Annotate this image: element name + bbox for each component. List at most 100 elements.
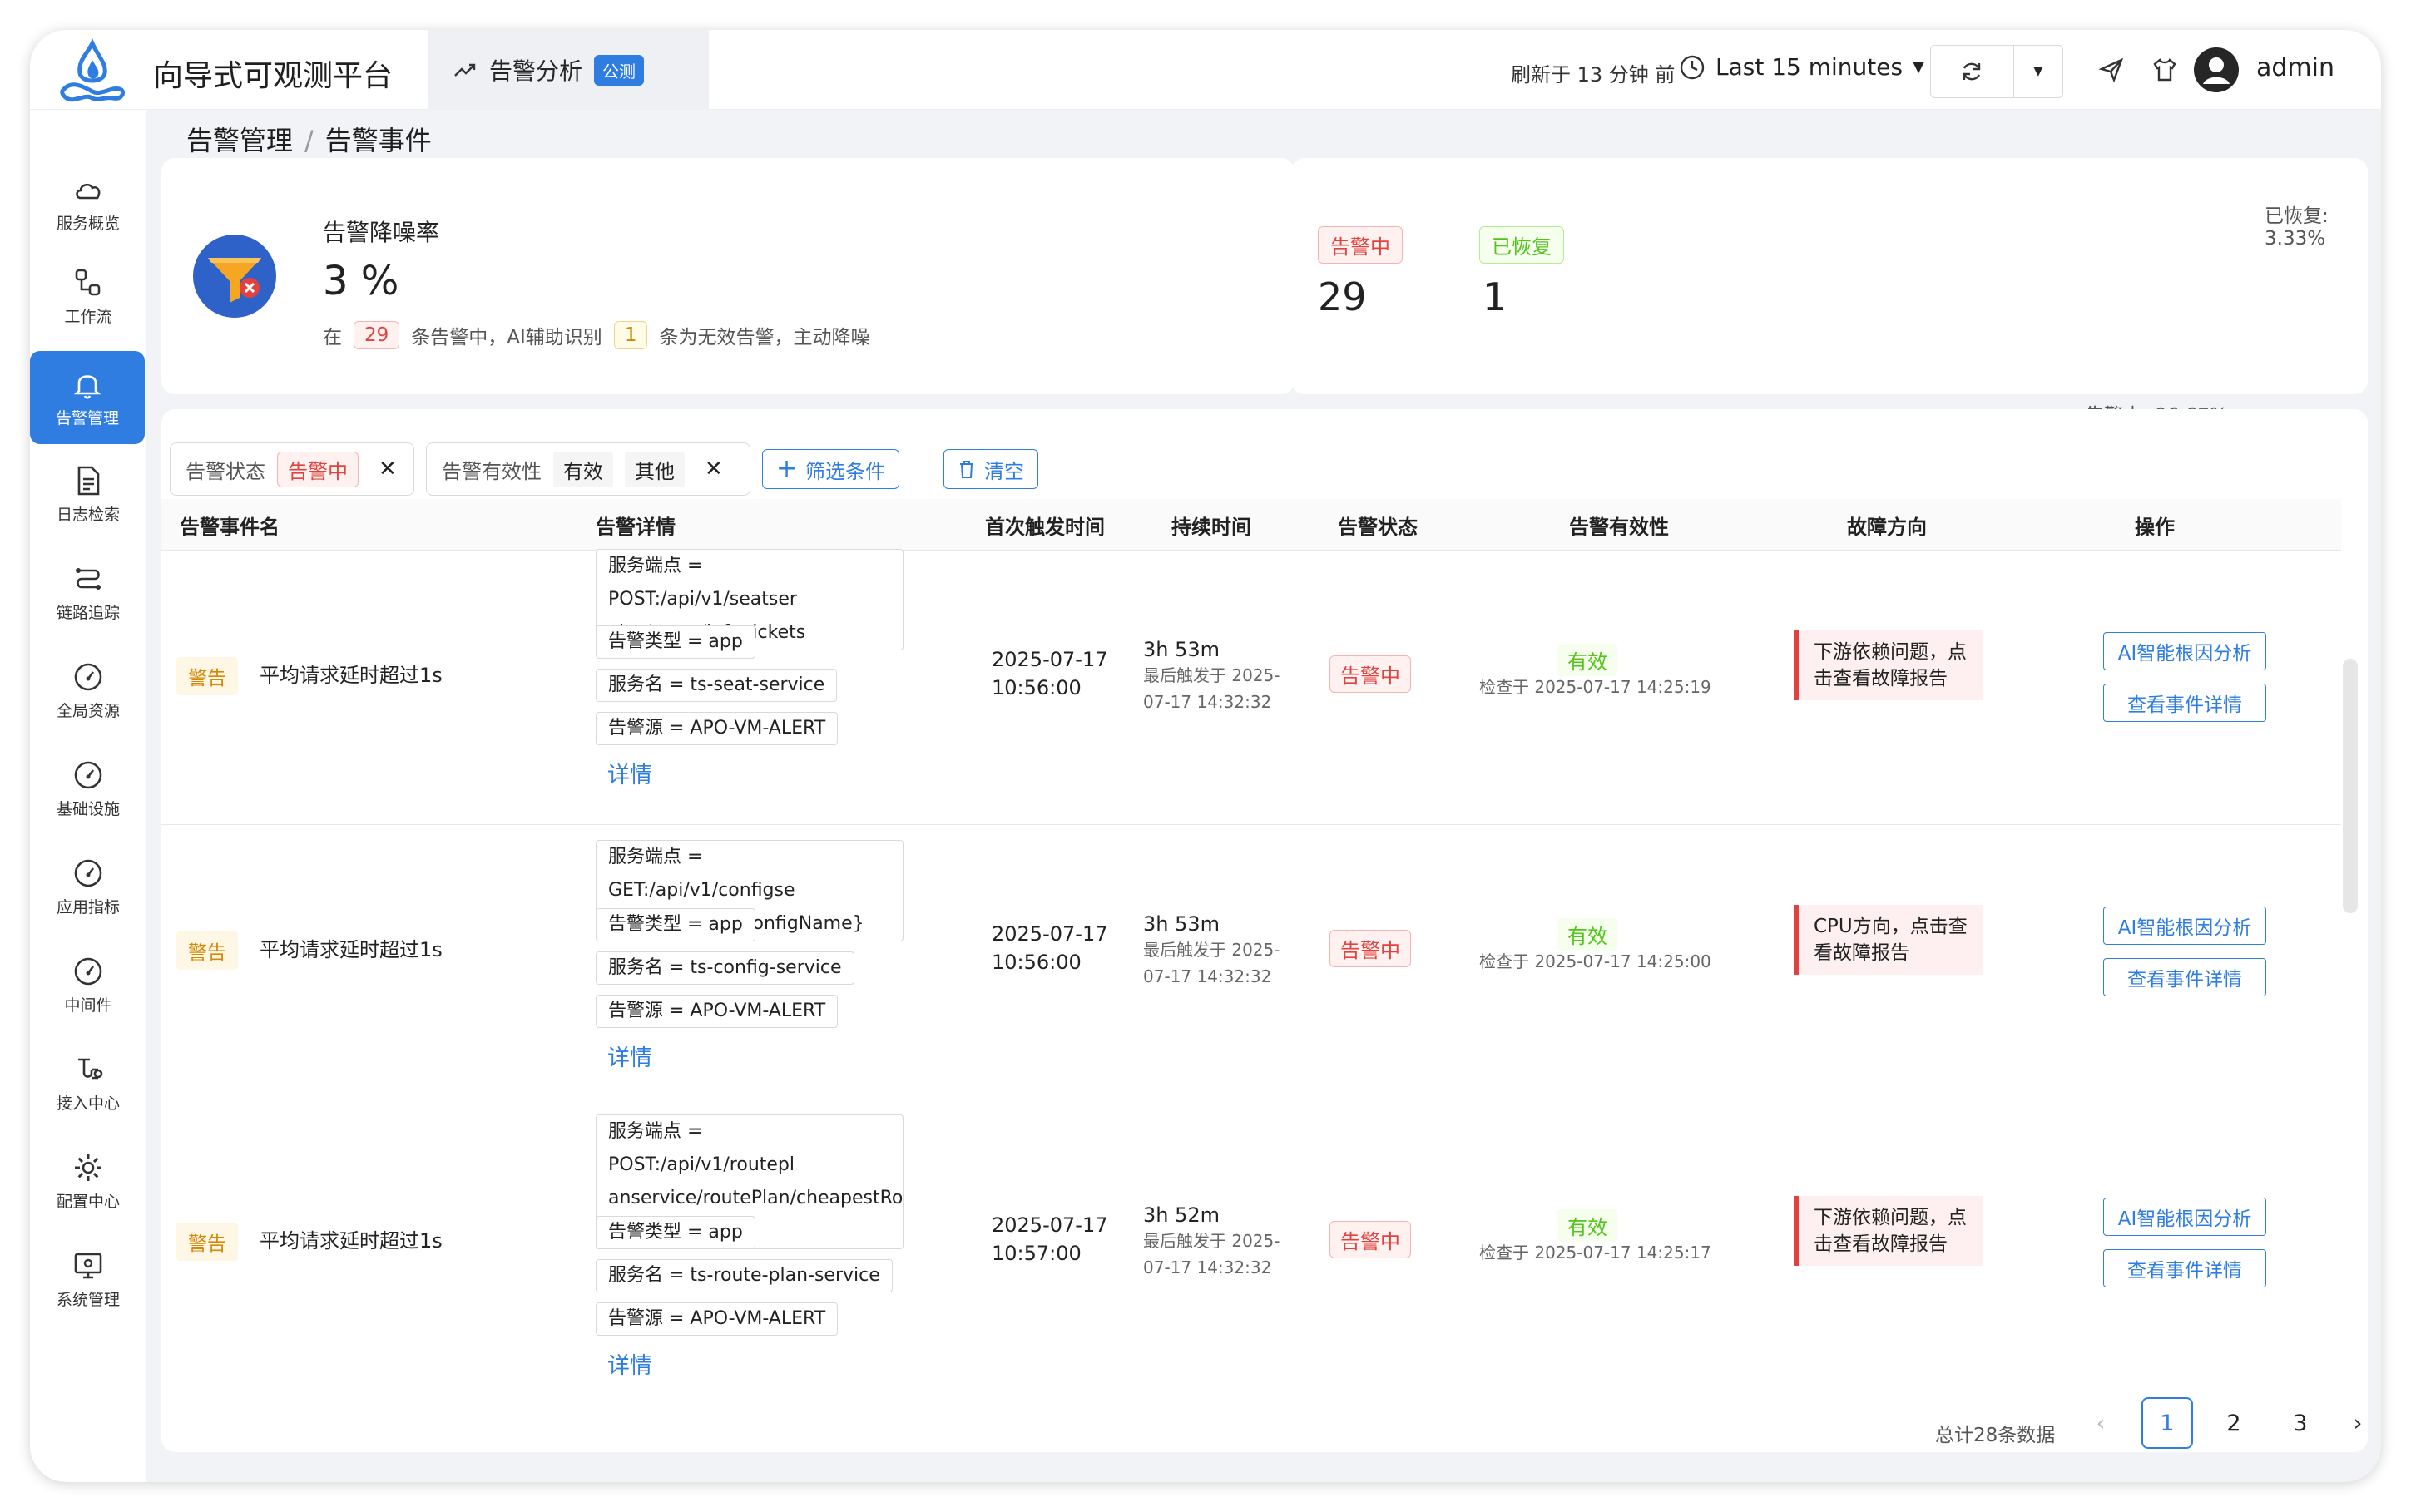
last-trigger-line: 最后触发于 2025- [1143,662,1280,689]
close-icon[interactable]: ✕ [705,457,723,482]
caret-down-icon: ▼ [2034,65,2043,78]
app-title: 向导式可观测平台 [153,52,393,95]
avatar-icon[interactable] [2193,47,2240,93]
detail-line: 服务端点 = POST:/api/v1/seatser [608,550,891,616]
status-filter[interactable]: 告警状态 告警中 ✕ [170,442,414,496]
status-badge: 告警中 [1329,1221,1411,1258]
date-text: 2025-07-17 [992,645,1107,674]
fault-direction-link[interactable]: 下游依赖问题，点 击查看故障报告 [1794,1196,1983,1266]
clock-icon [1679,54,1706,81]
sidebar-item-label: 工作流 [64,304,111,327]
alert-summary-card: 告警中 29 已恢复 1 已恢复: 3.33% 告警中: 96.67% [1291,158,2368,394]
last-trigger-line: 07-17 14:32:32 [1143,689,1280,715]
checked-at: 检查于 2025-07-17 14:25:00 [1479,948,1711,975]
pagination-total: 总计28条数据 [1935,1419,2055,1447]
shirt-icon[interactable] [2150,55,2180,85]
sidebar-item-system-management[interactable]: 系统管理 [30,1233,146,1326]
refresh-info: 刷新于 13 分钟 前 [1511,58,1675,87]
refresh-interval-dropdown[interactable]: ▼ [2014,46,2062,97]
validity-option-other[interactable]: 其他 [625,452,685,487]
send-icon[interactable] [2097,55,2126,85]
first-trigger-time: 2025-07-17 10:56:00 [992,645,1107,702]
validity-option-valid[interactable]: 有效 [553,452,613,487]
sidebar-item-global-resources[interactable]: 全局资源 [30,644,146,737]
sidebar-item-middleware[interactable]: 中间件 [30,938,146,1031]
detail-link[interactable]: 详情 [607,757,652,789]
sidebar-item-label: 中间件 [64,993,111,1015]
detail-tag-type: 告警类型 = app [596,625,755,659]
add-filter-label: 筛选条件 [805,455,885,484]
fault-direction-link[interactable]: CPU方向，点击查 看故障报告 [1794,905,1983,975]
first-trigger-time: 2025-07-17 10:57:00 [992,1211,1107,1267]
ai-root-cause-button[interactable]: AI智能根因分析 [2103,632,2266,670]
breadcrumb-separator: / [304,125,314,156]
detail-link[interactable]: 详情 [607,1347,652,1380]
fault-line: 看故障报告 [1814,940,1968,966]
clear-filters-button[interactable]: 清空 [943,449,1038,489]
detail-link[interactable]: 详情 [607,1040,652,1072]
username[interactable]: admin [2256,53,2334,82]
gauge-icon [72,857,105,890]
app-window: 向导式可观测平台 告警分析 公测 刷新于 13 分钟 前 Last 15 min… [30,30,2381,1482]
duration: 3h 53m [1143,910,1220,938]
first-trigger-time: 2025-07-17 10:56:00 [992,920,1107,976]
page-3[interactable]: 3 [2275,1397,2326,1449]
sidebar-item-config-center[interactable]: 配置中心 [30,1134,146,1228]
event-name[interactable]: 平均请求延时超过1s [260,1224,443,1253]
event-name[interactable]: 平均请求延时超过1s [260,933,443,962]
sidebar-item-integration-center[interactable]: 接入中心 [30,1036,146,1129]
clear-filters-label: 清空 [984,455,1024,484]
prev-page-icon[interactable]: ‹ [2075,1397,2126,1449]
next-page-icon[interactable]: › [2341,1397,2374,1449]
validity-badge: 有效 [1557,644,1617,676]
add-filter-button[interactable]: + 筛选条件 [762,449,899,489]
sidebar: 服务概览 工作流 告警管理 日志检索 链路追踪 全局资源 基础设施 应用指标 [30,110,146,1482]
column-header: 故障方向 [1847,501,1927,549]
refresh-button[interactable] [1931,46,2014,97]
sidebar-item-service-overview[interactable]: 服务概览 [30,156,146,250]
close-icon[interactable]: ✕ [379,457,397,482]
last-trigger: 最后触发于 2025- 07-17 14:32:32 [1143,662,1280,715]
validity-filter[interactable]: 告警有效性 有效 其他 ✕ [426,442,750,496]
column-header: 告警状态 [1338,501,1418,549]
fault-line: 击查看故障报告 [1814,665,1968,692]
sidebar-item-app-metrics[interactable]: 应用指标 [30,840,146,933]
detail-line: anservice/routePlan/cheapestRo [608,1182,891,1215]
workflow-icon [72,266,105,299]
page-2[interactable]: 2 [2208,1397,2260,1449]
checked-at: 检查于 2025-07-17 14:25:17 [1479,1239,1711,1266]
logo-icon[interactable] [55,38,130,105]
fault-line: 下游依赖问题，点 [1814,1204,1968,1231]
sidebar-item-log-search[interactable]: 日志检索 [30,447,146,541]
sidebar-item-label: 链路追踪 [57,600,120,623]
noise-reduction-card: 告警降噪率 3 % 在 29 条告警中，AI辅助识别 1 条为无效告警，主动降噪 [161,158,1295,394]
table-scrollbar[interactable] [2343,659,2358,913]
sidebar-item-alert-management[interactable]: 告警管理 [30,351,145,444]
fault-direction-link[interactable]: 下游依赖问题，点 击查看故障报告 [1794,630,1983,700]
plus-icon: + [776,461,797,477]
view-event-details-button[interactable]: 查看事件详情 [2103,684,2266,722]
beta-badge: 公测 [594,55,644,86]
sidebar-item-tracing[interactable]: 链路追踪 [30,546,146,639]
last-trigger: 最后触发于 2025- 07-17 14:32:32 [1143,1228,1280,1281]
ai-root-cause-button[interactable]: AI智能根因分析 [2103,1198,2266,1236]
time-range-picker[interactable]: Last 15 minutes ▼ [1679,53,1924,81]
noise-title: 告警降噪率 [323,215,439,248]
last-trigger-line: 07-17 14:32:32 [1143,1254,1280,1281]
ai-root-cause-button[interactable]: AI智能根因分析 [2103,907,2266,945]
view-event-details-button[interactable]: 查看事件详情 [2103,1249,2266,1287]
page-1[interactable]: 1 [2141,1397,2193,1449]
time-text: 10:57:00 [992,1239,1107,1267]
trace-icon [72,562,105,595]
sidebar-item-workflow[interactable]: 工作流 [30,250,146,343]
event-name[interactable]: 平均请求延时超过1s [260,659,443,688]
tab-alert-analysis[interactable]: 告警分析 公测 [428,30,709,110]
breadcrumb-current: 告警事件 [325,125,432,156]
sidebar-item-infrastructure[interactable]: 基础设施 [30,742,146,835]
breadcrumb-parent[interactable]: 告警管理 [186,125,293,156]
checked-at: 检查于 2025-07-17 14:25:19 [1479,674,1711,700]
cloud-icon [72,173,105,206]
detail-line: 服务端点 = GET:/api/v1/configse [608,841,891,907]
view-event-details-button[interactable]: 查看事件详情 [2103,958,2266,996]
resolved-pct-label: 已恢复: 3.33% [2265,200,2368,250]
